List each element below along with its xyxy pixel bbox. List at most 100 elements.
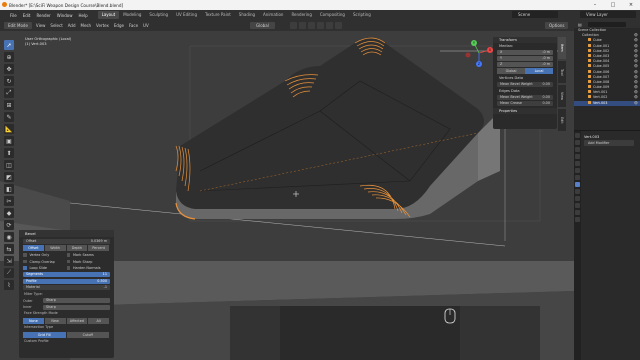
- width-type-width[interactable]: Width: [44, 245, 66, 251]
- vertex-only-checkbox[interactable]: Vertex Only: [23, 253, 67, 258]
- smooth-icon[interactable]: ◉: [4, 232, 14, 242]
- select-box-icon[interactable]: ➚: [4, 40, 14, 50]
- workspace-tab-shading[interactable]: Shading: [235, 11, 259, 19]
- workspace-tab-animation[interactable]: Animation: [259, 11, 287, 19]
- xray-icon[interactable]: [326, 22, 333, 29]
- material-field[interactable]: Material -1: [23, 285, 110, 290]
- menu-help[interactable]: Help: [78, 13, 87, 18]
- custom-profile-toggle[interactable]: Custom Profile: [24, 339, 109, 344]
- space-global-button[interactable]: Global: [497, 68, 525, 74]
- width-type-percent[interactable]: Percent: [88, 245, 109, 251]
- overlay-icon[interactable]: [317, 22, 324, 29]
- face-strength-none[interactable]: None: [23, 317, 44, 324]
- intersection-cutoff[interactable]: Cutoff: [66, 331, 109, 338]
- output-tab-icon[interactable]: [575, 147, 580, 152]
- loop-slide-checkbox[interactable]: Loop Slide: [23, 266, 67, 271]
- render-tab-icon[interactable]: [575, 140, 580, 145]
- snap-icon[interactable]: [299, 22, 306, 29]
- navigation-gizmo[interactable]: X Y Z: [462, 38, 496, 68]
- pivot-icon[interactable]: [290, 22, 297, 29]
- vertex-bevel-weight-field[interactable]: Mean Bevel Weight 0.00: [497, 82, 553, 87]
- loopcut-icon[interactable]: ◧: [4, 184, 14, 194]
- minimize-icon[interactable]: –: [586, 0, 604, 10]
- inner-miter-dropdown[interactable]: Inner Sharp: [23, 304, 110, 310]
- menu-edit[interactable]: Edit: [23, 13, 31, 18]
- physics-tab-icon[interactable]: [575, 196, 580, 201]
- maximize-icon[interactable]: □: [604, 0, 622, 10]
- workspace-tab-layout[interactable]: Layout: [97, 11, 120, 19]
- intersection-grid-fill[interactable]: Grid Fill: [23, 331, 66, 338]
- options-dropdown[interactable]: Options: [545, 22, 569, 29]
- tool-tab-icon[interactable]: [575, 133, 580, 138]
- face-strength-all[interactable]: All: [88, 317, 109, 324]
- data-tab-icon[interactable]: [575, 210, 580, 215]
- workspace-tab-scripting[interactable]: Scripting: [349, 11, 375, 19]
- workspace-tab-sculpting[interactable]: Sculpting: [145, 11, 172, 19]
- move-icon[interactable]: ✥: [4, 64, 14, 74]
- shrink-icon[interactable]: ⇲: [4, 256, 14, 266]
- workspace-tab-texture-paint[interactable]: Texture Paint: [201, 11, 235, 19]
- add-modifier-button[interactable]: Add Modifier: [584, 140, 634, 146]
- face-strength-new[interactable]: New: [44, 317, 66, 324]
- clamp-overlap-checkbox[interactable]: Clamp Overlap: [23, 259, 67, 264]
- median-x-field[interactable]: X -0 m: [497, 50, 553, 55]
- workspace-tab-modeling[interactable]: Modeling: [119, 11, 145, 19]
- bevel-icon[interactable]: ◩: [4, 172, 14, 182]
- transform-orientation-dropdown[interactable]: Global: [250, 22, 275, 29]
- world-tab-icon[interactable]: [575, 168, 580, 173]
- header-menu-face[interactable]: Face: [129, 23, 138, 28]
- bevel-offset-field[interactable]: Offset 0.0369 m: [23, 238, 110, 244]
- polybuild-icon[interactable]: ◆: [4, 208, 14, 218]
- menu-file[interactable]: File: [10, 13, 17, 18]
- edge-slide-icon[interactable]: ⇆: [4, 244, 14, 254]
- workspace-tab-compositing[interactable]: Compositing: [316, 11, 349, 19]
- add-cube-icon[interactable]: ▣: [4, 136, 14, 146]
- transform-icon[interactable]: ⊞: [4, 100, 14, 110]
- edge-bevel-weight-field[interactable]: Mean Bevel Weight 0.00: [497, 95, 553, 100]
- scale-icon[interactable]: ⤢: [4, 88, 14, 98]
- face-strength-affected[interactable]: Affected: [66, 317, 88, 324]
- header-menu-uv[interactable]: UV: [143, 23, 149, 28]
- close-icon[interactable]: ×: [622, 0, 640, 10]
- spin-icon[interactable]: ⟳: [4, 220, 14, 230]
- view-layer-tab-icon[interactable]: [575, 154, 580, 159]
- outliner-search-input[interactable]: [587, 21, 626, 27]
- scene-tab-icon[interactable]: [575, 161, 580, 166]
- segments-field[interactable]: Segments 11: [23, 272, 110, 277]
- sidebar-tab-view[interactable]: View: [558, 85, 566, 107]
- sidebar-tab-tool[interactable]: Tool: [558, 61, 566, 83]
- shading-solid-icon[interactable]: [335, 22, 342, 29]
- median-y-field[interactable]: Y -0 m: [497, 56, 553, 61]
- header-menu-edge[interactable]: Edge: [114, 23, 124, 28]
- menu-render[interactable]: Render: [36, 13, 50, 18]
- annotate-icon[interactable]: ✎: [4, 112, 14, 122]
- knife-icon[interactable]: ✂: [4, 196, 14, 206]
- sidebar-tab-edit[interactable]: Edit: [558, 109, 566, 131]
- outer-miter-dropdown[interactable]: Outer Sharp: [23, 298, 110, 303]
- menu-window[interactable]: Window: [57, 13, 73, 18]
- cursor-icon[interactable]: ⊕: [4, 52, 14, 62]
- rotate-icon[interactable]: ↻: [4, 76, 14, 86]
- space-local-button[interactable]: Local: [525, 68, 553, 74]
- width-type-depth[interactable]: Depth: [66, 245, 88, 251]
- modifier-tab-icon[interactable]: [575, 182, 580, 187]
- inset-icon[interactable]: ◫: [4, 160, 14, 170]
- rip-icon[interactable]: ⌇: [4, 280, 14, 290]
- sidebar-tab-item[interactable]: Item: [558, 37, 566, 59]
- edge-crease-field[interactable]: Mean Crease 0.00: [497, 101, 553, 106]
- header-menu-mesh[interactable]: Mesh: [81, 23, 92, 28]
- width-type-offset[interactable]: Offset: [23, 245, 44, 251]
- header-menu-view[interactable]: View: [36, 23, 46, 28]
- particles-tab-icon[interactable]: [575, 189, 580, 194]
- measure-icon[interactable]: 📐: [4, 124, 14, 134]
- profile-field[interactable]: Profile 0.500: [23, 278, 110, 284]
- material-tab-icon[interactable]: [575, 217, 580, 222]
- outliner-display-icon[interactable]: ▤: [578, 22, 582, 27]
- scene-selector[interactable]: Scene: [512, 11, 558, 18]
- median-z-field[interactable]: Z -0 m: [497, 62, 553, 67]
- outliner-item-selected[interactable]: Vert.003 👁: [574, 100, 640, 106]
- header-menu-add[interactable]: Add: [68, 23, 76, 28]
- workspace-tab-rendering[interactable]: Rendering: [287, 11, 315, 19]
- mark-seams-checkbox[interactable]: Mark Seams: [66, 253, 111, 258]
- extrude-icon[interactable]: ⬆: [4, 148, 14, 158]
